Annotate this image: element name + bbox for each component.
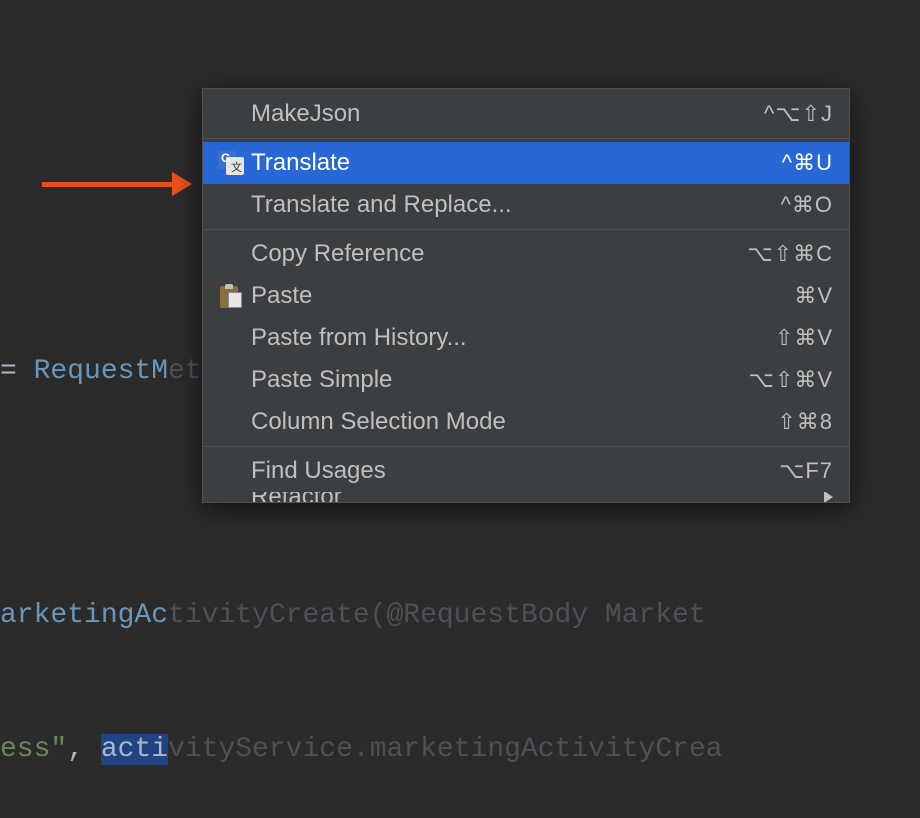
menu-item-shortcut: ⇧⌘8 — [777, 409, 833, 435]
menu-item-translate[interactable]: G文Translate^⌘U — [203, 142, 849, 184]
menu-item-shortcut: ⌥⇧⌘V — [749, 367, 833, 393]
menu-item-label: Paste from History... — [249, 324, 775, 352]
annotation-arrow — [42, 172, 192, 196]
menu-item-label: Translate — [249, 149, 782, 177]
menu-item-paste-from-history[interactable]: Paste from History...⇧⌘V — [203, 317, 849, 359]
code-line: ess", activityService.marketingActivityC… — [0, 728, 920, 773]
menu-item-shortcut: ^⌘O — [781, 192, 833, 218]
menu-item-shortcut: ⌥⇧⌘C — [747, 241, 833, 267]
context-menu: MakeJson^⌥⇧JG文Translate^⌘UTranslate and … — [202, 88, 850, 503]
menu-item-label: Paste Simple — [249, 366, 749, 394]
menu-item-icon-slot — [213, 284, 249, 308]
code-line: arketingActivityCreate(@RequestBody Mark… — [0, 594, 920, 639]
menu-item-shortcut: ⌘V — [794, 283, 833, 309]
menu-item-paste-simple[interactable]: Paste Simple⌥⇧⌘V — [203, 359, 849, 401]
menu-item-column-selection-mode[interactable]: Column Selection Mode⇧⌘8 — [203, 401, 849, 443]
menu-item-label: Translate and Replace... — [249, 191, 781, 219]
menu-separator — [203, 138, 849, 139]
paste-icon — [220, 284, 242, 308]
submenu-arrow-icon — [824, 492, 833, 502]
menu-separator — [203, 229, 849, 230]
menu-item-paste[interactable]: Paste⌘V — [203, 275, 849, 317]
menu-item-shortcut: ^⌘U — [782, 150, 833, 176]
translate-icon: G文 — [218, 151, 244, 175]
menu-item-makejson[interactable]: MakeJson^⌥⇧J — [203, 93, 849, 135]
menu-separator — [203, 446, 849, 447]
menu-item-label: Find Usages — [249, 457, 779, 485]
menu-item-shortcut: ⌥F7 — [779, 458, 833, 484]
menu-item-label: Refactor — [249, 492, 818, 502]
menu-item-translate-and-replace[interactable]: Translate and Replace...^⌘O — [203, 184, 849, 226]
menu-item-label: Column Selection Mode — [249, 408, 777, 436]
menu-item-refactor[interactable]: Refactor — [203, 492, 849, 502]
menu-item-shortcut: ⇧⌘V — [775, 325, 833, 351]
menu-item-label: Copy Reference — [249, 240, 747, 268]
menu-item-copy-reference[interactable]: Copy Reference⌥⇧⌘C — [203, 233, 849, 275]
menu-item-label: Paste — [249, 282, 794, 310]
menu-item-shortcut: ^⌥⇧J — [764, 101, 833, 127]
menu-item-icon-slot: G文 — [213, 151, 249, 175]
menu-item-label: MakeJson — [249, 100, 764, 128]
menu-item-find-usages[interactable]: Find Usages⌥F7 — [203, 450, 849, 492]
